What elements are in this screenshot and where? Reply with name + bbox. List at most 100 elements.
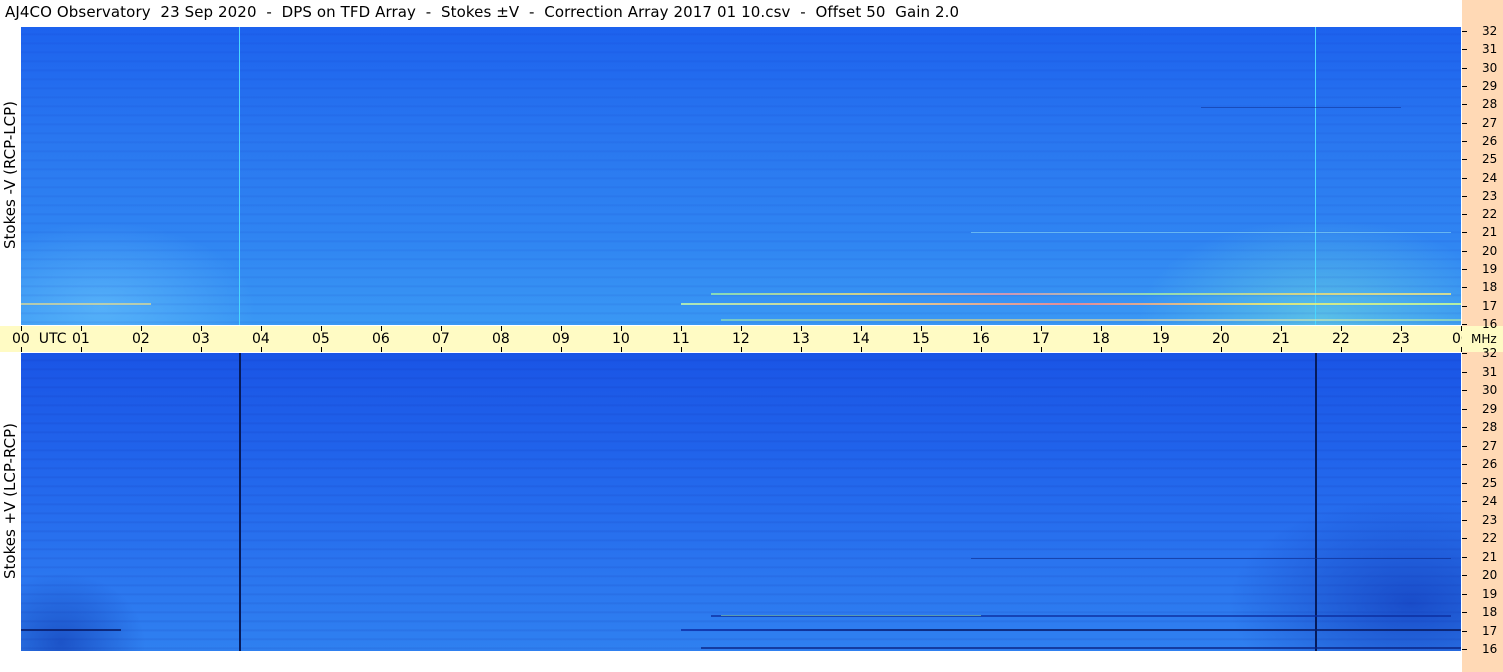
utc-time-axis: 00 UTC 01 02 03 04 05 06 07 08 09 10 11 12 13 14 15 16 17…: [0, 326, 1470, 352]
freq-tick-label: 18: [1482, 280, 1498, 295]
emission-band: [721, 615, 981, 616]
freq-tick: [1462, 85, 1467, 87]
emission-band: [721, 319, 1461, 321]
time-tick: [501, 347, 502, 352]
time-tick-label: 07: [432, 331, 450, 347]
freq-tick: [1462, 519, 1467, 521]
absorption-band: [971, 558, 1451, 559]
freq-tick-label: 17: [1482, 623, 1498, 638]
freq-tick: [1462, 445, 1467, 447]
time-tick: [561, 347, 562, 352]
freq-tick: [1462, 538, 1467, 539]
freq-tick-label: 19: [1482, 586, 1498, 601]
freq-tick-label: 30: [1482, 383, 1498, 397]
freq-tick-label: 31: [1482, 364, 1498, 379]
freq-tick-label: 22: [1482, 207, 1498, 222]
time-tick: [441, 347, 442, 352]
freq-tick: [1462, 575, 1467, 576]
freq-tick: [1462, 159, 1467, 161]
freq-tick: [1462, 305, 1467, 307]
top-frequency-axis: 32 31 30 29 28 27 26 25 24 23 22 21 20 19 18 17 16: [1462, 0, 1503, 330]
freq-tick-label: 32: [1482, 24, 1498, 38]
freq-tick: [1462, 501, 1467, 502]
stokes-plus-v-spectrogram: [21, 353, 1461, 651]
interference-vertical-line: [239, 27, 240, 325]
time-tick-label: 18: [1092, 331, 1110, 347]
emission-band: [971, 232, 1451, 233]
freq-tick-label: 24: [1482, 170, 1498, 185]
freq-tick: [1462, 214, 1467, 216]
freq-tick: [1462, 140, 1467, 142]
freq-tick: [1462, 482, 1467, 484]
time-tick: [861, 347, 862, 352]
freq-tick-label: 25: [1482, 152, 1498, 167]
time-tick-label: 19: [1152, 331, 1170, 347]
interference-vertical-line: [239, 353, 241, 651]
mhz-unit-label: MHz: [1471, 332, 1497, 346]
freq-tick: [1462, 390, 1467, 391]
time-tick: [141, 347, 142, 352]
freq-tick-label: 19: [1482, 262, 1498, 277]
time-tick-label: 05: [312, 331, 330, 347]
bottom-frequency-axis: 32 31 30 29 28 27 26 25 24 23 22 21 20 19 18 17 16: [1462, 347, 1503, 672]
freq-tick-label: 17: [1482, 298, 1498, 313]
freq-tick-label: 30: [1482, 60, 1498, 75]
freq-tick: [1462, 49, 1467, 51]
freq-tick: [1462, 612, 1467, 613]
freq-tick: [1462, 195, 1467, 197]
time-tick: [321, 347, 322, 352]
emission-band: [21, 303, 151, 305]
time-tick: [801, 347, 802, 352]
time-tick-label: 04: [252, 331, 270, 347]
time-tick-label: 21: [1272, 331, 1290, 347]
time-tick: [1161, 347, 1162, 352]
freq-tick-label: 23: [1482, 188, 1498, 203]
time-tick-label: 11: [672, 331, 690, 347]
freq-tick-label: 27: [1482, 438, 1498, 453]
freq-tick-label: 27: [1482, 115, 1498, 130]
bottom-panel-ylabel: Stokes +V (LCP-RCP): [1, 423, 19, 579]
time-tick: [261, 347, 262, 352]
freq-tick-label: 29: [1482, 401, 1498, 416]
freq-tick-label: 29: [1482, 78, 1498, 93]
time-tick-label: 20: [1212, 331, 1230, 347]
time-tick: [981, 347, 982, 352]
top-panel-ylabel: Stokes -V (RCP-LCP): [1, 101, 19, 249]
time-tick: [621, 347, 622, 352]
stokes-minus-v-spectrogram: [21, 27, 1461, 325]
time-tick: [81, 347, 82, 352]
time-tick: [741, 347, 742, 352]
freq-tick-label: 20: [1482, 568, 1498, 582]
freq-tick: [1462, 250, 1467, 252]
freq-tick-label: 24: [1482, 494, 1498, 508]
time-tick-label: 01: [72, 331, 90, 347]
freq-tick-label: 28: [1482, 420, 1498, 434]
freq-tick-label: 21: [1482, 549, 1498, 564]
time-tick-label: 10: [612, 331, 630, 347]
time-tick-label: 09: [552, 331, 570, 347]
freq-tick-label: 32: [1482, 346, 1498, 360]
freq-tick-label: 25: [1482, 475, 1498, 490]
absorption-band: [701, 647, 1461, 649]
absorption-band: [21, 629, 121, 631]
freq-tick: [1462, 556, 1467, 558]
time-tick-label: 12: [732, 331, 750, 347]
freq-tick: [1462, 287, 1467, 289]
absorption-band: [681, 629, 1461, 631]
freq-tick-label: 21: [1482, 225, 1498, 240]
freq-tick: [1462, 177, 1467, 179]
time-tick: [1041, 347, 1042, 352]
time-tick-label: 16: [972, 331, 990, 347]
interference-vertical-line: [1315, 27, 1316, 325]
freq-tick: [1462, 353, 1467, 354]
time-tick-label: 14: [852, 331, 870, 347]
time-tick: [681, 347, 682, 352]
time-tick-label: 00 UTC: [12, 331, 67, 347]
freq-tick: [1462, 408, 1467, 410]
time-tick: [381, 347, 382, 352]
time-tick: [921, 347, 922, 352]
freq-tick-label: 26: [1482, 133, 1498, 148]
freq-tick-label: 26: [1482, 457, 1498, 471]
time-tick: [21, 326, 22, 331]
freq-tick-label: 28: [1482, 97, 1498, 112]
